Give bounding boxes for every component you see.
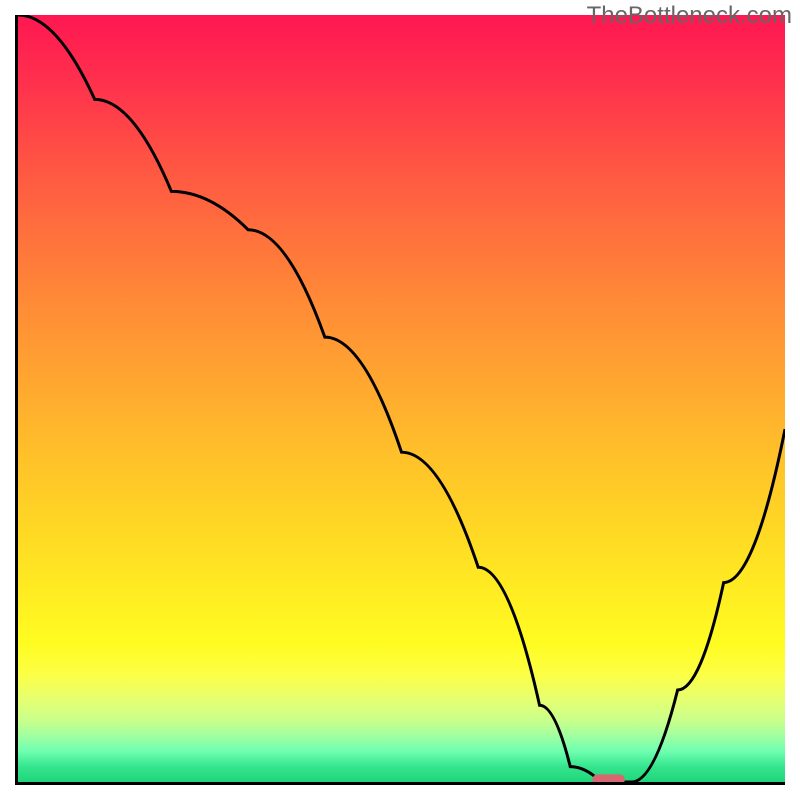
chart-plot-area bbox=[15, 15, 785, 785]
bottleneck-curve bbox=[18, 15, 785, 782]
line-chart-svg bbox=[18, 15, 785, 782]
watermark-text: TheBottleneck.com bbox=[587, 2, 792, 30]
minimum-marker-pill bbox=[592, 774, 624, 782]
